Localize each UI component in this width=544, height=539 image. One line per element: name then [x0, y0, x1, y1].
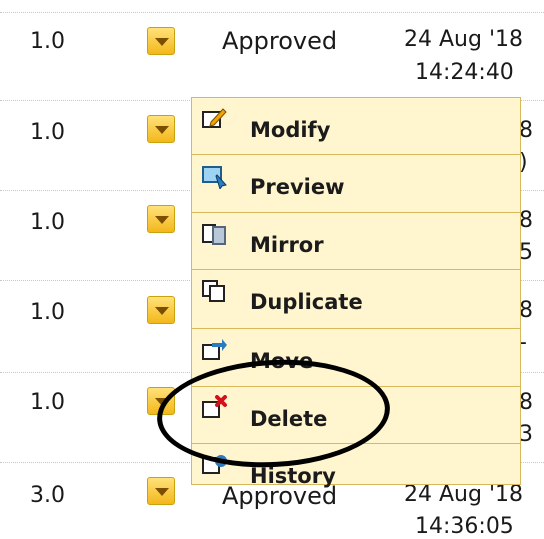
- menu-item-modify[interactable]: Modify: [192, 98, 520, 155]
- time-cell: 14:24:40: [415, 60, 514, 85]
- menu-item-label: Modify: [250, 118, 331, 142]
- preview-icon: [202, 166, 227, 189]
- row-menu-dropdown-button[interactable]: [147, 27, 175, 55]
- version-cell: 3.0: [30, 483, 65, 508]
- date-cell: 8: [519, 208, 533, 233]
- menu-item-duplicate[interactable]: Duplicate: [192, 269, 520, 327]
- duplicate-icon: [202, 280, 225, 302]
- row-menu-dropdown-button[interactable]: [147, 296, 175, 324]
- menu-item-preview[interactable]: Preview: [192, 154, 520, 212]
- row-divider: [0, 12, 544, 13]
- move-icon: [202, 339, 227, 360]
- time-cell: ): [519, 150, 528, 175]
- date-cell: 8: [519, 390, 533, 415]
- menu-item-label: Mirror: [250, 233, 324, 257]
- version-cell: 1.0: [30, 300, 65, 325]
- menu-item-label: Preview: [250, 175, 345, 199]
- row-menu-dropdown-button[interactable]: [147, 205, 175, 233]
- row-menu-dropdown-button[interactable]: [147, 477, 175, 505]
- status-cell: Approved: [222, 27, 338, 55]
- time-cell: 3: [519, 422, 533, 447]
- version-cell: 1.0: [30, 29, 65, 54]
- version-cell: 1.0: [30, 120, 65, 145]
- menu-item-label: History: [250, 464, 336, 488]
- version-cell: 1.0: [30, 210, 65, 235]
- menu-item-mirror[interactable]: Mirror: [192, 212, 520, 270]
- time-cell: 5: [519, 240, 533, 265]
- time-cell: 14:36:05: [415, 514, 514, 539]
- row-menu-dropdown-button[interactable]: [147, 115, 175, 143]
- edit-pencil-icon: [202, 108, 227, 128]
- date-cell: 24 Aug '18: [404, 27, 523, 52]
- version-cell: 1.0: [30, 390, 65, 415]
- time-cell: -: [519, 330, 527, 355]
- mirror-icon: [202, 224, 226, 245]
- date-cell: 8: [519, 118, 533, 143]
- date-cell: 8: [519, 298, 533, 323]
- menu-item-label: Duplicate: [250, 290, 363, 314]
